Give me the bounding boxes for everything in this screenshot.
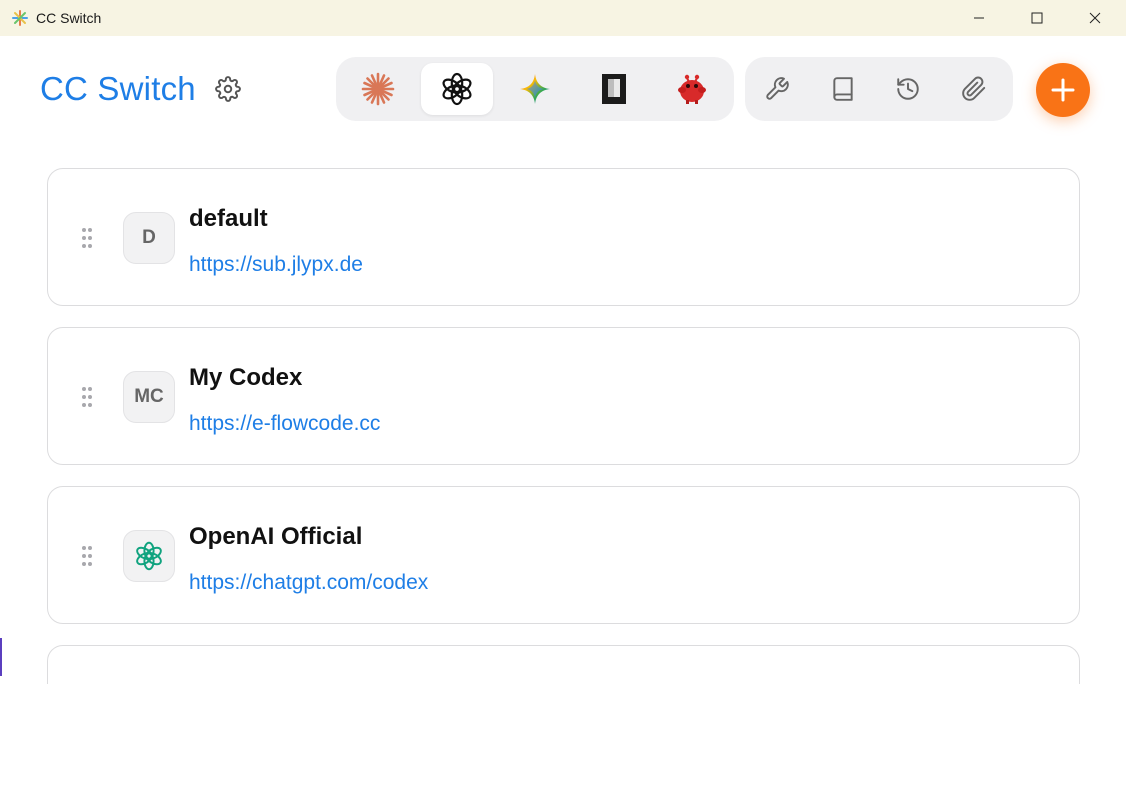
provider-avatar <box>123 530 175 582</box>
maximize-button[interactable] <box>1008 0 1066 36</box>
window-titlebar: CC Switch <box>0 0 1126 36</box>
gemini-sparkle-icon <box>520 74 550 104</box>
provider-name: My Codex <box>189 364 303 391</box>
minimize-button[interactable] <box>950 0 1008 36</box>
toolbar-group <box>745 57 1013 121</box>
plus-icon <box>1051 78 1075 102</box>
close-icon <box>1089 12 1101 24</box>
book-icon <box>833 77 853 101</box>
provider-list: D default https://sub.jlypx.de MC My Cod… <box>0 150 1126 684</box>
add-provider-button[interactable] <box>1036 63 1090 117</box>
app-tab-codex[interactable] <box>421 63 493 115</box>
app-tab-gemini[interactable] <box>499 63 571 115</box>
provider-name: OpenAI Official <box>189 523 363 550</box>
drag-handle-icon[interactable] <box>80 226 94 250</box>
drag-handle-icon[interactable] <box>80 544 94 568</box>
provider-card[interactable]: D default https://sub.jlypx.de <box>47 168 1080 306</box>
red-critter-icon <box>678 74 706 104</box>
starburst-app-icon <box>12 10 28 26</box>
app-switcher <box>336 57 734 121</box>
provider-avatar: MC <box>123 371 175 423</box>
provider-url-link[interactable]: https://chatgpt.com/codex <box>189 571 428 595</box>
app-brand-title: CC Switch <box>40 70 196 107</box>
app-tab-terminal[interactable] <box>578 63 650 115</box>
history-button[interactable] <box>890 71 926 107</box>
docs-button[interactable] <box>825 71 861 107</box>
window-edge-accent <box>0 638 2 676</box>
attachments-button[interactable] <box>956 71 992 107</box>
provider-card[interactable]: MC My Codex https://e-flowcode.cc <box>47 327 1080 465</box>
tools-button[interactable] <box>759 71 795 107</box>
provider-url-link[interactable]: https://sub.jlypx.de <box>189 253 363 277</box>
gear-icon <box>215 76 241 102</box>
app-tab-claude[interactable] <box>342 63 414 115</box>
window-title: CC Switch <box>36 10 102 26</box>
provider-name: default <box>189 205 268 232</box>
provider-card[interactable] <box>47 645 1080 684</box>
settings-button[interactable] <box>212 73 244 105</box>
paperclip-icon <box>962 76 986 101</box>
provider-avatar: D <box>123 212 175 264</box>
history-icon <box>897 78 919 100</box>
minimize-icon <box>974 17 984 19</box>
dark-rectangle-icon <box>602 74 626 104</box>
close-button[interactable] <box>1066 0 1124 36</box>
openai-logo-icon <box>442 72 472 106</box>
provider-card[interactable]: OpenAI Official https://chatgpt.com/code… <box>47 486 1080 624</box>
provider-url-link[interactable]: https://e-flowcode.cc <box>189 412 380 436</box>
app-tab-agent[interactable] <box>656 63 728 115</box>
drag-handle-icon[interactable] <box>80 385 94 409</box>
wrench-icon <box>766 77 789 100</box>
claude-starburst-icon <box>361 72 395 106</box>
maximize-icon <box>1031 12 1043 24</box>
openai-logo-icon <box>136 541 162 571</box>
